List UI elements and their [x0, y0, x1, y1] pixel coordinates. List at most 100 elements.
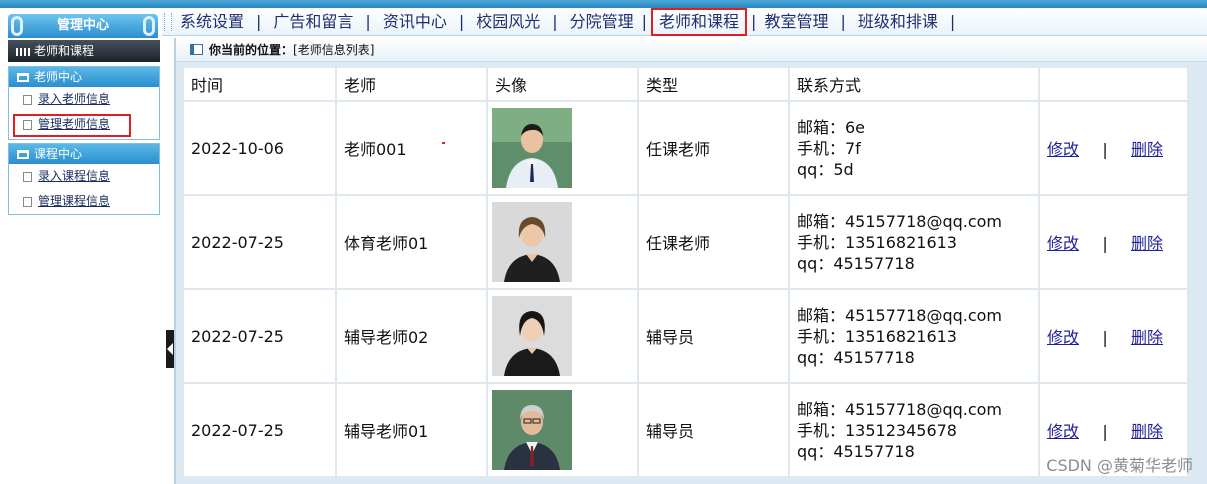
main-panel: 你当前的位置： [老师信息列表] 时间 老师 头像 类型 联系方式 2022-1…: [174, 38, 1207, 484]
sidebar-item-add-teacher: 录入老师信息: [9, 87, 159, 112]
panel-icon: [17, 150, 29, 159]
nav-item-branch-management[interactable]: 分院管理: [566, 10, 638, 34]
nav-grip-icon: [164, 12, 172, 31]
teacher-photo: [492, 108, 572, 188]
teacher-photo: [492, 296, 572, 376]
nav-separator: |: [256, 12, 262, 31]
binder-ring-icon: [143, 16, 155, 36]
sidebar-item-manage-course: 管理课程信息: [9, 189, 159, 214]
sidebar-group-teachers: 老师中心 录入老师信息 管理老师信息: [8, 66, 160, 140]
group-header-courses[interactable]: 课程中心: [9, 144, 159, 164]
breadcrumb: 你当前的位置： [老师信息列表]: [176, 38, 1207, 62]
window-icon: [190, 44, 203, 55]
column-header-contact: 联系方式: [790, 68, 1038, 100]
contact-email: 邮箱：6e: [797, 117, 866, 137]
document-icon: [23, 94, 32, 105]
teacher-photo: [492, 390, 572, 470]
delete-link[interactable]: 删除: [1131, 422, 1163, 441]
action-separator: |: [1102, 422, 1108, 441]
table-row: 2022-10-06 老师001 任课老师 邮箱：6e 手机：7f qq：5d: [184, 102, 1187, 194]
action-separator: |: [1102, 140, 1108, 159]
cell-actions: 修改 | 删除: [1040, 102, 1187, 194]
sidebar-collapse-handle[interactable]: [166, 330, 174, 368]
cell-time: 2022-10-06: [184, 102, 335, 194]
nav-separator: |: [949, 12, 956, 31]
sidebar-item-manage-teacher: 管理老师信息: [13, 114, 131, 137]
edit-link[interactable]: 修改: [1047, 234, 1079, 253]
cell-teacher: 辅导老师01: [337, 384, 486, 476]
manage-course-link[interactable]: 管理课程信息: [38, 194, 110, 208]
nav-item-classroom-management[interactable]: 教室管理: [760, 10, 832, 34]
contact-qq: qq：5d: [797, 159, 854, 179]
top-strip: [0, 0, 1207, 8]
table-header-row: 时间 老师 头像 类型 联系方式: [184, 68, 1187, 100]
document-icon: [23, 171, 32, 182]
contact-email: 邮箱：45157718@qq.com: [797, 211, 1003, 231]
cell-type: 辅导员: [639, 384, 788, 476]
cell-time: 2022-07-25: [184, 196, 335, 288]
grid-dots-icon: [16, 47, 30, 56]
column-header-type: 类型: [639, 68, 788, 100]
cell-avatar: [488, 102, 637, 194]
cell-contact: 邮箱：45157718@qq.com 手机：13516821613 qq：451…: [790, 196, 1038, 288]
contact-qq: qq：45157718: [797, 253, 915, 273]
contact-phone: 手机：13512345678: [797, 420, 957, 440]
document-icon: [23, 119, 32, 130]
sidebar-item-add-course: 录入课程信息: [9, 164, 159, 189]
sidebar: 管理中心 老师和课程 老师中心 录入老师信息 管理老师信息 课程中心 录入课程信…: [0, 8, 162, 484]
nav-item-news-center[interactable]: 资讯中心: [379, 10, 451, 34]
add-teacher-link[interactable]: 录入老师信息: [38, 92, 110, 106]
contact-phone: 手机：13516821613: [797, 326, 957, 346]
top-nav: 系统设置 | 广告和留言 | 资讯中心 | 校园风光 | 分院管理 | 老师和课…: [162, 7, 1207, 36]
manage-teacher-link[interactable]: 管理老师信息: [38, 117, 110, 131]
group-header-teachers[interactable]: 老师中心: [9, 67, 159, 87]
sidebar-group-courses: 课程中心 录入课程信息 管理课程信息: [8, 143, 160, 215]
nav-separator: |: [641, 12, 648, 31]
column-header-time: 时间: [184, 68, 335, 100]
nav-item-teachers-courses[interactable]: 老师和课程: [651, 7, 748, 36]
edit-link[interactable]: 修改: [1047, 422, 1079, 441]
cell-teacher: 体育老师01: [337, 196, 486, 288]
cell-contact: 邮箱：6e 手机：7f qq：5d: [790, 102, 1038, 194]
edit-link[interactable]: 修改: [1047, 140, 1079, 159]
stray-red-mark: [442, 142, 445, 144]
delete-link[interactable]: 删除: [1131, 328, 1163, 347]
binder-ring-icon: [11, 16, 23, 36]
add-course-link[interactable]: 录入课程信息: [38, 169, 110, 183]
column-header-avatar: 头像: [488, 68, 637, 100]
watermark: CSDN @黄菊华老师: [1046, 456, 1193, 475]
group-title: 课程中心: [34, 147, 83, 161]
cell-teacher: 辅导老师02: [337, 290, 486, 382]
delete-link[interactable]: 删除: [1131, 234, 1163, 253]
contact-phone: 手机：7f: [797, 138, 861, 158]
edit-link[interactable]: 修改: [1047, 328, 1079, 347]
nav-item-class-scheduling[interactable]: 班级和排课: [854, 10, 942, 34]
cell-time: 2022-07-25: [184, 290, 335, 382]
cell-teacher: 老师001: [337, 102, 486, 194]
nav-item-ads-messages[interactable]: 广告和留言: [269, 10, 357, 34]
nav-separator: |: [458, 12, 465, 31]
group-title: 老师中心: [34, 70, 83, 84]
nav-separator: |: [552, 12, 558, 31]
contact-email: 邮箱：45157718@qq.com: [797, 305, 1003, 325]
action-separator: |: [1102, 328, 1108, 347]
table-row: 2022-07-25 辅导老师01 辅导员 邮箱：45157718@qq.com…: [184, 384, 1187, 476]
table-row: 2022-07-25 辅导老师02 辅导员 邮箱：45157718@qq.com…: [184, 290, 1187, 382]
sidebar-header: 管理中心: [8, 14, 158, 38]
action-separator: |: [1102, 234, 1108, 253]
cell-avatar: [488, 290, 637, 382]
cell-actions: 修改 | 删除: [1040, 196, 1187, 288]
nav-item-system-settings[interactable]: 系统设置: [176, 10, 248, 34]
sidebar-category[interactable]: 老师和课程: [8, 40, 160, 62]
nav-separator: |: [751, 12, 757, 31]
teacher-photo: [492, 202, 572, 282]
cell-contact: 邮箱：45157718@qq.com 手机：13516821613 qq：451…: [790, 290, 1038, 382]
nav-item-campus-scenery[interactable]: 校园风光: [472, 10, 544, 34]
sidebar-header-label: 管理中心: [56, 18, 109, 33]
sidebar-category-label: 老师和课程: [34, 44, 95, 58]
delete-link[interactable]: 删除: [1131, 140, 1163, 159]
breadcrumb-label: 你当前的位置：: [209, 42, 294, 57]
cell-type: 任课老师: [639, 196, 788, 288]
cell-type: 任课老师: [639, 102, 788, 194]
cell-type: 辅导员: [639, 290, 788, 382]
